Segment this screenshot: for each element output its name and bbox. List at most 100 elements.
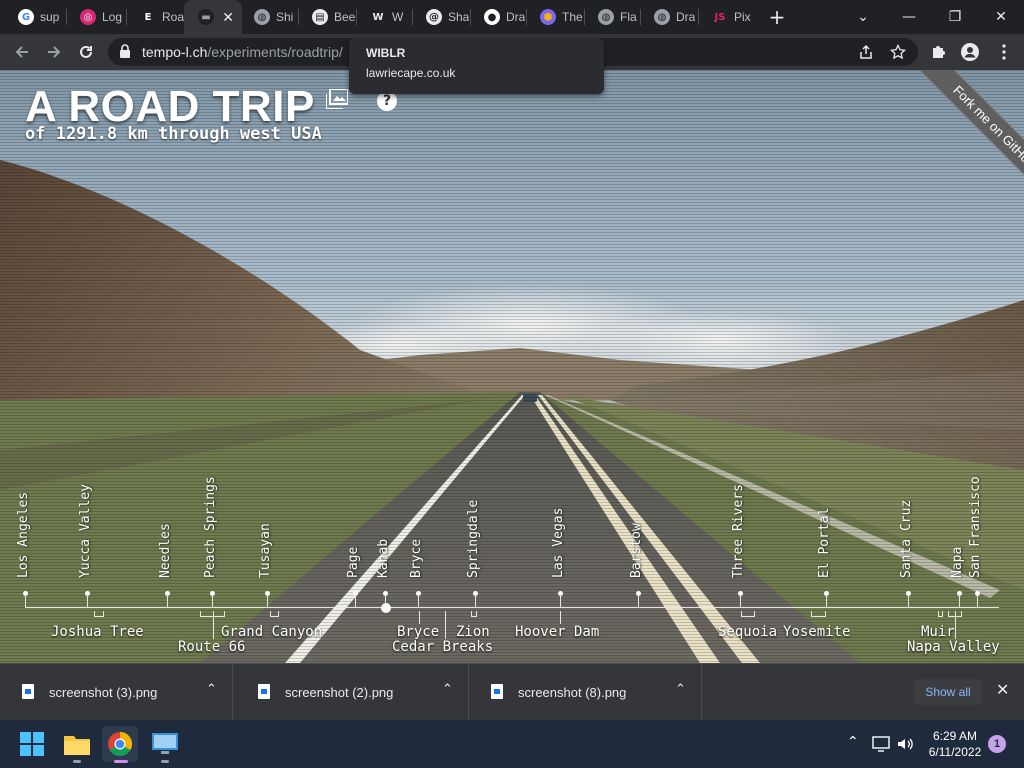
hover-card-title: WIBLR [366,46,406,60]
region-label[interactable]: Sequoia [718,624,777,640]
stop-label[interactable]: Kanab [376,539,391,578]
browser-tab[interactable]: ◍ Shi [240,0,298,34]
stop-label[interactable]: Springdale [466,500,481,578]
browser-tab[interactable]: ◍ Fla [584,0,642,34]
control-panel-button[interactable] [147,726,183,763]
region-label[interactable]: Zion [456,624,490,640]
stop-label[interactable]: Los Angeles [16,492,31,578]
stop-label[interactable]: Yucca Valley [78,484,93,578]
region-label[interactable]: Bryce [397,624,439,640]
google-icon: G [18,9,34,25]
stop-label[interactable]: Bryce [409,539,424,578]
download-options-chevron-icon[interactable]: ⌃ [442,682,453,697]
download-item[interactable]: screenshot (8).png ⌃ [469,664,702,721]
chrome-taskbar-button[interactable] [102,726,138,763]
window-close-button[interactable]: ✕ [978,0,1024,34]
stop-label[interactable]: El Portal [817,508,832,578]
running-indicator [73,760,81,763]
tab-title: W [392,10,404,24]
reload-button[interactable] [72,38,100,66]
browser-menu-button[interactable] [990,38,1018,66]
restore-button[interactable]: ❐ [932,0,978,34]
current-position-marker[interactable] [381,603,391,613]
browser-tab[interactable]: Gsup [4,0,62,34]
stop-label[interactable]: Las Vegas [551,508,566,578]
system-clock[interactable]: 6:29 AM 6/11/2022 [926,728,984,760]
tab-hover-card: WIBLR lawriecape.co.uk [349,38,604,94]
download-options-chevron-icon[interactable]: ⌃ [675,682,686,697]
browser-tab[interactable]: JS Pix [698,0,756,34]
page-viewport: A ROAD TRIP ? of 1291.8 km through west … [0,70,1024,663]
download-options-chevron-icon[interactable]: ⌃ [206,682,217,697]
help-icon[interactable]: ? [377,91,397,111]
browser-tab[interactable]: WW [356,0,414,34]
browser-tab[interactable]: ▬ ✕ [184,0,242,34]
region-bracket [741,611,755,617]
browser-tab[interactable]: ▤ Bee [298,0,356,34]
notification-badge[interactable]: 1 [988,735,1006,753]
region-label[interactable]: Cedar Breaks [392,639,493,655]
tab-separator [470,9,471,25]
close-download-shelf-button[interactable]: ✕ [996,680,1009,699]
stop-label[interactable]: Three Rivers [731,484,746,578]
browser-tab[interactable]: ◍ Dra [640,0,698,34]
file-explorer-button[interactable] [59,726,95,763]
minimize-button[interactable]: — [886,0,932,34]
running-indicator [161,760,169,763]
letter-e-icon: E [140,9,156,25]
tab-separator [66,9,67,25]
browser-tab[interactable]: ◎ Log [66,0,124,34]
region-label[interactable]: Joshua Tree [51,624,144,640]
stop-label[interactable]: Santa Cruz [899,500,914,578]
lock-icon [120,44,130,58]
region-label[interactable]: Grand Canyon [221,624,322,640]
bookmark-star-icon[interactable] [890,44,906,60]
gallery-icon[interactable] [326,89,348,109]
download-filename: screenshot (8).png [518,685,627,700]
tab-search-button[interactable]: ⌄ [840,0,886,34]
browser-tab[interactable]: E Roa [126,0,184,34]
region-label[interactable]: Yosemite [783,624,850,640]
swirl-icon: @ [426,9,442,25]
browser-tab[interactable]: ⬢ The [526,0,584,34]
start-button[interactable] [14,726,50,762]
show-all-downloads-button[interactable]: Show all [914,679,982,705]
stop-label[interactable]: Tusayan [258,523,273,578]
stop-label[interactable]: Barstow [629,523,644,578]
stop-label[interactable]: Peach Springs [203,476,218,578]
forward-button[interactable] [40,38,68,66]
document-icon: ▤ [312,9,328,25]
profile-avatar-icon[interactable] [961,43,979,61]
browser-tab[interactable]: @ Sha [412,0,470,34]
volume-icon[interactable] [897,736,913,752]
stop-tick [87,594,88,607]
hover-card-url: lawriecape.co.uk [366,66,456,80]
extensions-puzzle-icon[interactable] [930,44,946,60]
download-item[interactable]: screenshot (2).png ⌃ [236,664,469,721]
control-panel-icon [152,733,178,754]
region-label[interactable]: Muir [921,624,955,640]
new-tab-button[interactable]: + [758,0,796,34]
network-icon[interactable] [872,736,890,752]
region-stem [955,611,956,639]
back-button[interactable] [8,38,36,66]
region-label[interactable]: Route 66 [178,639,245,655]
download-filename: screenshot (2).png [285,685,394,700]
tab-separator [412,9,413,25]
share-icon[interactable] [858,44,874,60]
region-stem [213,611,214,639]
stop-label[interactable]: Page [346,547,361,578]
tray-overflow-button[interactable]: ⌃ [847,734,859,750]
stop-label[interactable]: Napa [950,547,965,578]
stop-label[interactable]: Needles [158,523,173,578]
region-label[interactable]: Hoover Dam [515,624,599,640]
region-label[interactable]: Napa Valley [907,639,1000,655]
url-path: /experiments/roadtrip/ [207,44,343,60]
close-tab-icon[interactable]: ✕ [222,9,234,26]
tab-title: sup [40,10,60,24]
download-item[interactable]: screenshot (3).png ⌃ [0,664,233,721]
region-bracket [270,611,279,617]
browser-tab[interactable]: ● Dra [470,0,528,34]
fork-on-github-ribbon[interactable]: Fork me on GitHub [907,70,1024,214]
stop-label[interactable]: San Fransisco [968,476,983,578]
